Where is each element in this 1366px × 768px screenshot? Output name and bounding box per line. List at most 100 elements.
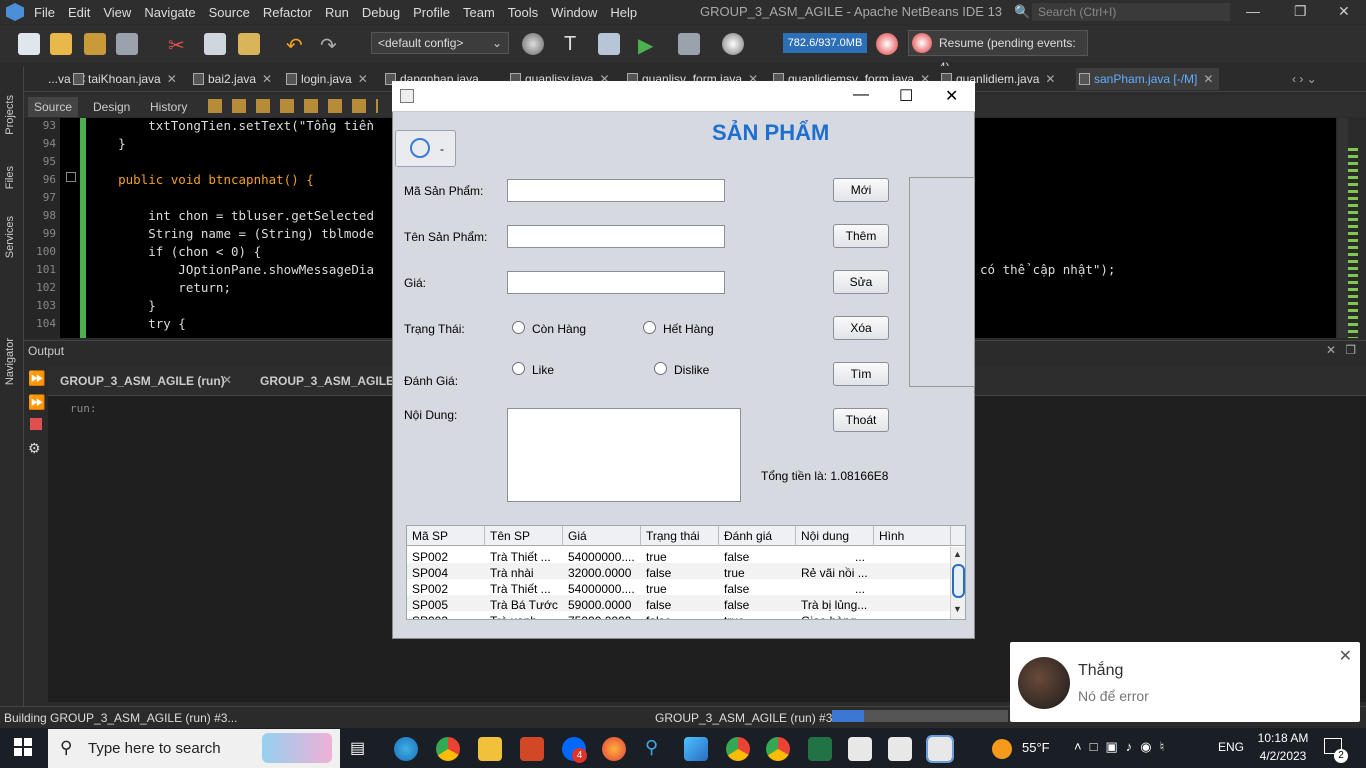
table-cell[interactable]: 54000000....: [568, 581, 638, 597]
column-divider[interactable]: [640, 526, 641, 546]
memory-indicator[interactable]: 782.6/937.0MB: [783, 33, 867, 53]
weather-icon[interactable]: [992, 739, 1012, 759]
minimize-icon[interactable]: —: [853, 86, 869, 104]
clock-time[interactable]: 10:18 AM: [1256, 731, 1310, 745]
table-cell[interactable]: false: [724, 549, 794, 565]
copy-icon[interactable]: [204, 33, 226, 55]
table-cell[interactable]: true: [724, 565, 794, 581]
logo-button[interactable]: -: [395, 130, 456, 167]
open-project-icon[interactable]: [84, 33, 106, 55]
close-icon[interactable]: ✕: [222, 373, 232, 387]
thoat-button[interactable]: Thoát: [833, 408, 889, 432]
tab-editor-active[interactable]: sanPham.java [-/M] ✕: [1076, 68, 1220, 90]
firefox-icon[interactable]: [602, 737, 626, 761]
table-cell[interactable]: [879, 581, 947, 597]
table-cell[interactable]: false: [646, 597, 716, 613]
table-cell[interactable]: 59000.0000: [568, 597, 638, 613]
globe-icon[interactable]: [522, 33, 544, 55]
table-cell[interactable]: SP004: [412, 565, 482, 581]
column-divider[interactable]: [562, 526, 563, 546]
system-tray-icons[interactable]: ˄□▣♪◉♮: [1074, 739, 1172, 755]
tab-editor-4[interactable]: login.java ✕: [283, 68, 368, 90]
menu-source[interactable]: Source: [209, 5, 250, 20]
table-cell[interactable]: true: [724, 613, 794, 619]
tab-output-run[interactable]: GROUP_3_ASM_AGILE (run): [60, 374, 225, 388]
table-cell[interactable]: Trà Thiết ...: [490, 549, 560, 565]
column-header[interactable]: Nội dung: [801, 529, 849, 543]
language-indicator[interactable]: ENG: [1218, 740, 1244, 754]
table-cell[interactable]: [879, 549, 947, 565]
scroll-down-icon[interactable]: ▼: [953, 604, 962, 614]
stop-icon[interactable]: [30, 418, 42, 430]
column-divider[interactable]: [484, 526, 485, 546]
table-cell[interactable]: SP005: [412, 597, 482, 613]
powerpoint-icon[interactable]: [520, 737, 544, 761]
column-header[interactable]: Tên SP: [490, 529, 530, 543]
menu-run[interactable]: Run: [325, 5, 349, 20]
rerun-icon[interactable]: ⏩: [28, 370, 45, 387]
excel-icon[interactable]: [808, 737, 832, 761]
close-icon[interactable]: ✕: [1045, 72, 1055, 86]
menu-profile[interactable]: Profile: [413, 5, 450, 20]
netbeans-task-icon[interactable]: [684, 737, 708, 761]
close-icon[interactable]: ✕: [167, 72, 177, 86]
them-button[interactable]: Thêm: [833, 224, 889, 248]
table-cell[interactable]: SP002: [412, 581, 482, 597]
gia-input[interactable]: [507, 271, 725, 294]
table-cell[interactable]: false: [646, 565, 716, 581]
run-icon[interactable]: ▶: [638, 33, 660, 57]
clock-date[interactable]: 4/2/2023: [1256, 749, 1310, 763]
menu-navigate[interactable]: Navigate: [144, 5, 195, 20]
debug-icon[interactable]: [678, 33, 700, 55]
close-icon[interactable]: ✕: [262, 72, 272, 86]
navigator-panel-tab[interactable]: Navigator: [4, 338, 16, 385]
file-explorer-icon[interactable]: [478, 737, 502, 761]
radio-like[interactable]: [512, 362, 525, 375]
table-cell[interactable]: [879, 565, 947, 581]
scroll-up-icon[interactable]: ▲: [953, 549, 962, 559]
editor-toolbar-icons[interactable]: [208, 99, 378, 113]
table-cell[interactable]: 32000.0000: [568, 565, 638, 581]
projects-panel-tab[interactable]: Projects: [4, 95, 16, 135]
menu-team[interactable]: Team: [463, 5, 495, 20]
status-task[interactable]: GROUP_3_ASM_AGILE (run) #3: [655, 711, 832, 725]
table-cell[interactable]: false: [646, 613, 716, 619]
services-panel-tab[interactable]: Services: [4, 216, 16, 258]
column-header[interactable]: Mã SP: [412, 529, 448, 543]
paste-icon[interactable]: [238, 33, 260, 55]
close-icon[interactable]: ✕: [1326, 343, 1336, 357]
java-app-3-icon[interactable]: [926, 735, 954, 763]
gc-icon[interactable]: [876, 33, 898, 55]
column-divider[interactable]: [873, 526, 874, 546]
xoa-button[interactable]: Xóa: [833, 316, 889, 340]
files-panel-tab[interactable]: Files: [4, 166, 16, 189]
menu-edit[interactable]: Edit: [68, 5, 90, 20]
moi-button[interactable]: Mới: [833, 178, 889, 202]
weather-temp[interactable]: 55°F: [1022, 740, 1050, 755]
tab-nav-arrows-icon[interactable]: ‹ › ⌄: [1292, 72, 1317, 86]
maximize-icon[interactable]: ❐: [1345, 343, 1356, 357]
undo-icon[interactable]: ↶: [286, 33, 308, 57]
table-cell[interactable]: false: [724, 597, 794, 613]
resume-button[interactable]: Resume (pending events: 4): [908, 30, 1088, 74]
task-view-icon[interactable]: ▤: [350, 738, 365, 758]
table-cell[interactable]: ...: [801, 581, 871, 597]
windows-start-icon[interactable]: [14, 738, 32, 756]
radio-con-hang[interactable]: [512, 321, 525, 334]
table-cell[interactable]: true: [646, 581, 716, 597]
tab-source[interactable]: Source: [28, 97, 79, 117]
table-cell[interactable]: 75000.0000: [568, 613, 638, 619]
java-app-1-icon[interactable]: [848, 737, 872, 761]
table-cell[interactable]: 54000000....: [568, 549, 638, 565]
table-cell[interactable]: Trà bị lủng...: [801, 597, 871, 613]
chrome-dev-icon[interactable]: [766, 737, 790, 761]
tab-design[interactable]: Design: [87, 97, 136, 117]
column-header[interactable]: Hình: [879, 529, 904, 543]
scroll-thumb[interactable]: [952, 564, 965, 598]
config-select[interactable]: <default config> ⌄: [371, 32, 509, 54]
minimize-icon[interactable]: —: [1246, 3, 1260, 19]
table-cell[interactable]: SP003: [412, 613, 482, 619]
radio-dislike[interactable]: [654, 362, 667, 375]
table-cell[interactable]: true: [646, 549, 716, 565]
tab-output-run-2[interactable]: GROUP_3_ASM_AGILE (: [260, 374, 401, 388]
